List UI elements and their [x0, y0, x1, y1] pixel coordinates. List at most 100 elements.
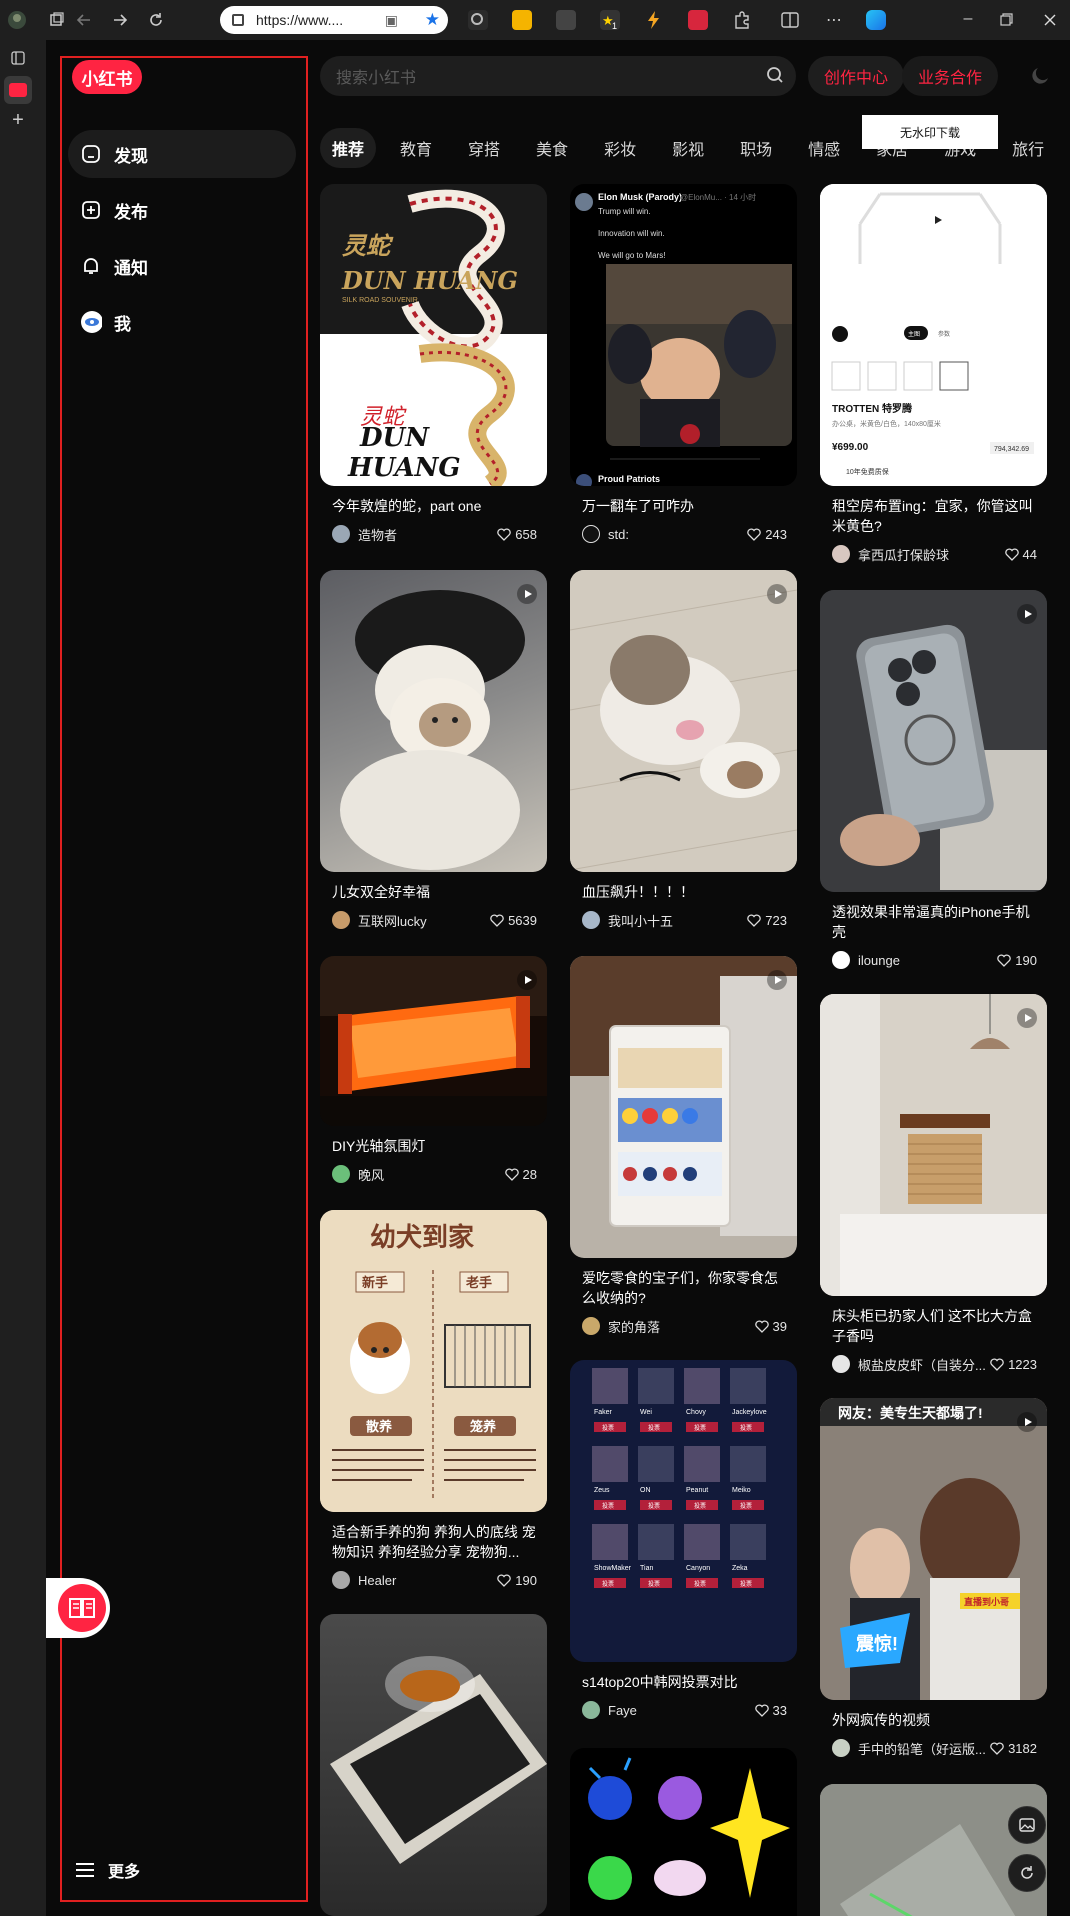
card-title[interactable]: 万一翻车了可咋办 — [570, 486, 797, 516]
author-avatar[interactable] — [582, 1317, 600, 1335]
profile-avatar-icon[interactable] — [6, 9, 28, 31]
card-title[interactable]: 爱吃零食的宝子们，你家零食怎么收纳的? — [570, 1258, 797, 1308]
card-cover-image[interactable]: 主图 参数 TROTTEN 特罗腾 办公桌，米黄色/白色，140x80厘米 ¥6… — [820, 184, 1047, 486]
search-input[interactable]: 搜索小红书 — [320, 56, 796, 96]
author-avatar[interactable] — [332, 1165, 350, 1183]
card-cover-image[interactable]: 灵蛇 DUN HUANG SILK ROAD SOUVENIR 灵蛇 DUN H… — [320, 184, 547, 486]
split-view-icon[interactable] — [780, 10, 800, 30]
feed-card[interactable]: 网友：美专生天都塌了! 震惊! 直播到小哥 外网疯传的视频 手中的铅笔（好运版.… — [820, 1398, 1047, 1758]
copilot-icon[interactable] — [866, 10, 886, 30]
card-title[interactable]: 外网疯传的视频 — [820, 1700, 1047, 1730]
author-avatar[interactable] — [832, 1739, 850, 1757]
back-icon[interactable] — [73, 9, 95, 31]
tab-actions-icon[interactable] — [8, 48, 28, 68]
restore-icon[interactable] — [996, 10, 1016, 30]
author-name[interactable]: 我叫小十五 — [608, 911, 747, 930]
close-window-icon[interactable] — [1040, 10, 1060, 30]
heart-icon[interactable] — [504, 1167, 519, 1181]
search-icon[interactable] — [766, 66, 784, 84]
author-name[interactable]: ilounge — [858, 953, 997, 968]
forward-icon[interactable] — [109, 9, 131, 31]
author-avatar[interactable] — [832, 1355, 850, 1373]
card-cover-image[interactable]: 幼犬到家 新手 老手 散养 笼养 — [320, 1210, 547, 1512]
author-avatar[interactable] — [832, 951, 850, 969]
tab-career[interactable]: 职场 — [728, 128, 784, 168]
feed-card[interactable]: 幼犬到家 新手 老手 散养 笼养 适合新手养的狗 养狗人的底线 宠物知识 养狗经… — [320, 1210, 547, 1590]
floating-book-button[interactable] — [46, 1578, 110, 1638]
card-title[interactable]: 今年敦煌的蛇，part one — [320, 486, 547, 516]
author-avatar[interactable] — [332, 911, 350, 929]
author-avatar[interactable] — [582, 911, 600, 929]
card-cover-image[interactable]: Elon Musk (Parody) @ElonMu... · 14 小时 Tr… — [570, 184, 797, 486]
author-name[interactable]: Faye — [608, 1703, 755, 1718]
favorite-star-icon[interactable]: ★ — [425, 10, 440, 30]
author-name[interactable]: 拿西瓜打保龄球 — [858, 545, 1005, 564]
feed-card[interactable]: 血压飙升！！！！ 我叫小十五 723 — [570, 570, 797, 930]
card-cover-image[interactable] — [570, 956, 797, 1258]
extension-red-icon[interactable] — [688, 10, 708, 30]
feed-card[interactable]: 灵蛇 DUN HUANG SILK ROAD SOUVENIR 灵蛇 DUN H… — [320, 184, 547, 544]
heart-icon[interactable] — [754, 1319, 769, 1333]
feed-card[interactable]: 主图 参数 TROTTEN 特罗腾 办公桌，米黄色/白色，140x80厘米 ¥6… — [820, 184, 1047, 564]
extension-star-icon[interactable]: ★ 1 — [600, 10, 620, 31]
author-name[interactable]: 造物者 — [358, 525, 497, 544]
extension-puzzle-icon[interactable] — [556, 10, 576, 30]
card-title[interactable]: 血压飙升！！！！ — [570, 872, 797, 902]
image-search-button[interactable] — [1008, 1806, 1046, 1844]
card-title[interactable]: s14top20中韩网投票对比 — [570, 1662, 797, 1692]
author-name[interactable]: std: — [608, 527, 747, 542]
card-cover-image[interactable] — [570, 1748, 797, 1916]
author-name[interactable]: 椒盐皮皮虾（自装分... — [858, 1355, 990, 1374]
feed-card[interactable]: 床头柜已扔家人们 这不比大方盒子香吗 椒盐皮皮虾（自装分... 1223 — [820, 994, 1047, 1374]
card-title[interactable]: DIY光轴氛围灯 — [320, 1126, 547, 1156]
author-name[interactable]: 晚风 — [358, 1165, 505, 1184]
nav-publish[interactable]: 发布 — [68, 186, 296, 234]
tab-makeup[interactable]: 彩妆 — [592, 128, 648, 168]
nav-me[interactable]: 我 — [68, 298, 296, 346]
tab-food[interactable]: 美食 — [524, 128, 580, 168]
new-tab-icon[interactable]: + — [8, 109, 28, 131]
extensions-icon[interactable] — [732, 10, 752, 30]
tab-education[interactable]: 教育 — [388, 128, 444, 168]
heart-icon[interactable] — [490, 913, 504, 927]
heart-icon[interactable] — [497, 1573, 512, 1587]
feed-card[interactable] — [570, 1748, 797, 1916]
author-name[interactable]: 手中的铅笔（好运版... — [858, 1739, 990, 1758]
author-avatar[interactable] — [332, 525, 350, 543]
card-cover-image[interactable] — [820, 590, 1047, 892]
extension-search-icon[interactable] — [468, 10, 488, 30]
nav-discover[interactable]: 发现 — [68, 130, 296, 178]
feed-card[interactable]: 透视效果非常逼真的iPhone手机壳 ilounge 190 — [820, 590, 1047, 970]
card-title[interactable]: 儿女双全好幸福 — [320, 872, 547, 902]
card-title[interactable]: 租空房布置ing：宜家，你管这叫米黄色? — [820, 486, 1047, 536]
card-cover-image[interactable] — [320, 1614, 547, 1916]
address-bar[interactable]: https://www.... ▣ ★ — [220, 6, 448, 34]
card-cover-image[interactable]: 网友：美专生天都塌了! 震惊! 直播到小哥 — [820, 1398, 1047, 1700]
logo[interactable]: 小红书 — [72, 60, 142, 94]
author-avatar[interactable] — [832, 545, 850, 563]
card-cover-image[interactable] — [820, 1784, 1047, 1916]
heart-icon[interactable] — [497, 527, 512, 541]
more-menu[interactable]: 更多 — [76, 1858, 140, 1882]
tab-recommend[interactable]: 推荐 — [320, 128, 377, 168]
author-avatar[interactable] — [582, 525, 600, 543]
business-cooperation-button[interactable]: 业务合作 — [902, 56, 998, 96]
feed-card[interactable]: 儿女双全好幸福 互联网lucky 5639 — [320, 570, 547, 930]
feed-card[interactable]: 爱吃零食的宝子们，你家零食怎么收纳的? 家的角落 39 — [570, 956, 797, 1336]
feed-card[interactable]: Faker 投票 Wei 投票 Chovy 投票 Jackeylove 投票 Zeus 投票 ON 投… — [570, 1360, 797, 1720]
heart-icon[interactable] — [1004, 547, 1019, 561]
author-avatar[interactable] — [582, 1701, 600, 1719]
card-cover-image[interactable] — [320, 956, 547, 1126]
card-cover-image[interactable] — [320, 570, 547, 872]
menu-dots-icon[interactable]: ⋯ — [824, 10, 844, 30]
tab-emotion[interactable]: 情感 — [796, 128, 852, 168]
extension-yellow-icon[interactable] — [512, 10, 532, 30]
heart-icon[interactable] — [997, 953, 1012, 967]
minimize-icon[interactable]: – — [958, 10, 978, 30]
feed-card[interactable]: DIY光轴氛围灯 晚风 28 — [320, 956, 547, 1184]
card-cover-image[interactable]: Faker 投票 Wei 投票 Chovy 投票 Jackeylove 投票 Zeus 投票 ON 投… — [570, 1360, 797, 1662]
creator-center-button[interactable]: 创作中心 — [808, 56, 904, 96]
heart-icon[interactable] — [754, 1703, 769, 1717]
nav-notifications[interactable]: 通知 — [68, 242, 296, 290]
card-cover-image[interactable] — [820, 994, 1047, 1296]
